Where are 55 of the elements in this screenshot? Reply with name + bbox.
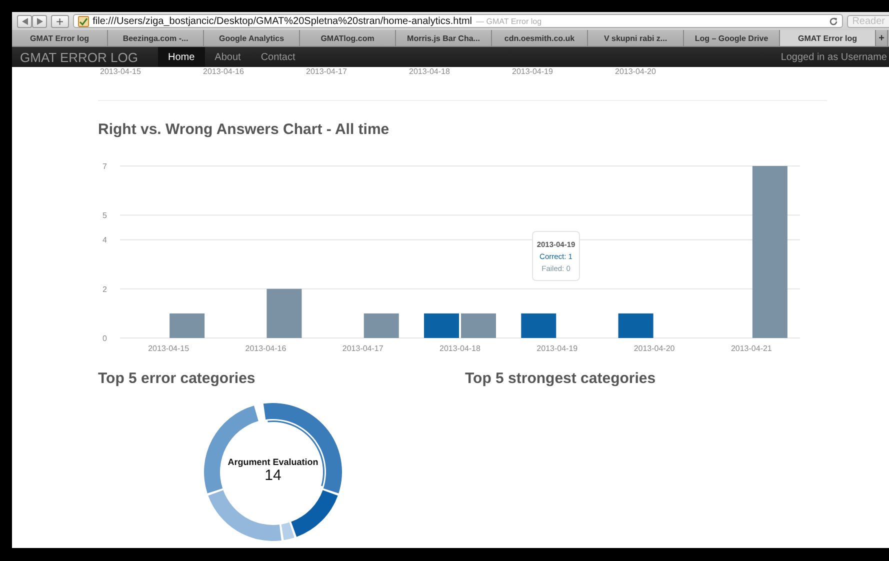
section-heading: Top 5 error categories [98,370,256,387]
y-tick-label: 4 [102,236,107,245]
axis-label: 2013-04-18 [409,67,451,76]
donut-label: Argument Evaluation [228,457,318,467]
chart-bar [364,313,399,338]
axis-label: 2013-04-17 [306,67,348,76]
new-tab-button[interactable]: + [876,30,888,46]
x-tick-label: 2013-04-19 [536,344,578,353]
browser-tab[interactable]: Google Analytics [204,30,300,46]
x-tick-label: 2013-04-17 [342,344,384,353]
axis-label: 2013-04-16 [203,67,245,76]
chart-bar [461,313,496,338]
back-button[interactable] [17,14,32,28]
nav-link[interactable]: About [204,47,251,67]
chart-bar [424,313,459,338]
x-tick-label: 2013-04-20 [634,344,675,353]
axis-label: 2013-04-19 [512,67,554,76]
url-text: file:///Users/ziga_bostjancic/Desktop/GMAT%20Spletna%20stran/home-analytics.html [92,16,472,26]
y-tick-label: 2 [102,284,107,294]
chart-heading: Right vs. Wrong Answers Chart - All time [98,121,390,138]
browser-tab[interactable]: GMAT Error log [780,30,876,46]
x-tick-label: 2013-04-21 [730,344,772,353]
y-tick-label: 5 [102,211,107,220]
forward-button[interactable] [32,14,47,28]
browser-tab[interactable]: V skupni rabi z... [588,30,684,46]
chart-bar [266,288,302,338]
y-tick-label: 7 [102,162,107,171]
chart-bar [521,313,556,338]
page-title-text: — GMAT Error log [476,16,543,26]
x-tick-label: 2013-04-18 [440,344,480,353]
browser-tab[interactable]: GMATlog.com [300,30,396,46]
forward-icon [36,18,42,24]
browser-tab[interactable]: Log – Google Drive [684,30,780,46]
browser-tab[interactable]: cdn.oesmith.co.uk [492,30,588,46]
add-bookmark-button[interactable]: + [51,14,69,28]
axis-label: 2013-04-20 [615,67,657,76]
user-status: Logged in as Username [780,50,888,64]
back-icon [22,18,28,24]
nav-link[interactable]: Contact [250,47,306,67]
donut-value: 14 [264,467,282,484]
brand-title[interactable]: GMAT ERROR LOG [20,47,158,67]
section-heading: Top 5 strongest categories [465,370,657,387]
address-field[interactable]: file:///Users/ziga_bostjancic/Desktop/GMAT%20Spletna%20stran/home-analytics.html — GMAT Error log [72,14,844,28]
browser-tab[interactable]: GMAT Error log [12,30,108,46]
chart-bar [170,313,205,338]
favicon-icon [78,16,89,26]
axis-label: 2013-04-15 [100,67,142,76]
reload-icon[interactable] [829,16,838,26]
y-tick-label: 0 [102,334,107,343]
browser-tab[interactable]: Beezinga.com -... [108,30,204,46]
x-tick-label: 2013-04-16 [245,344,286,353]
x-tick-label: 2013-04-15 [148,344,190,353]
nav-link[interactable]: Home [158,47,205,67]
browser-tab[interactable]: Morris.js Bar Cha... [396,30,492,46]
chart-bar [618,313,654,338]
